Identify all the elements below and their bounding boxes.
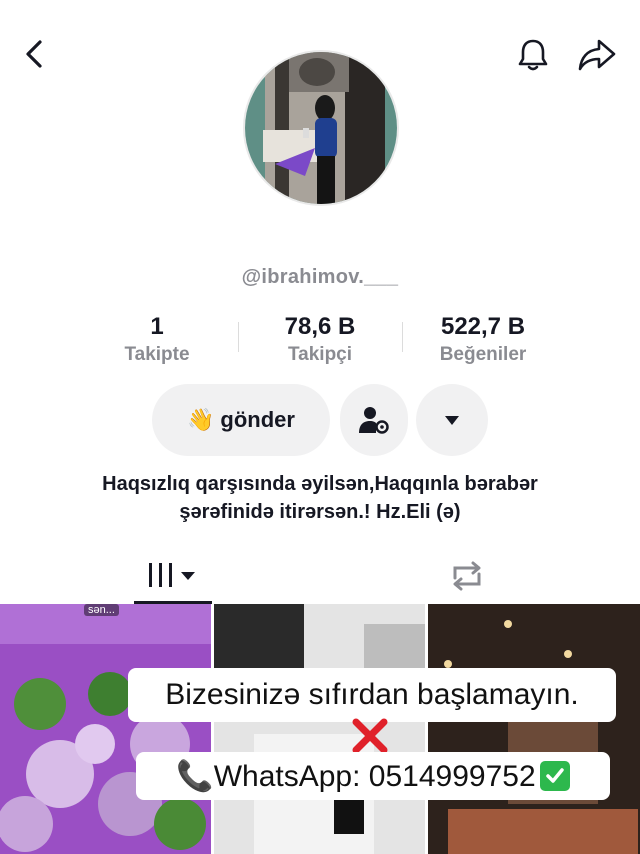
video-thumbnail[interactable] (214, 604, 425, 854)
lilac-flowers-image (0, 604, 211, 854)
followers-label: Takipçi (287, 344, 353, 365)
red-cross-icon (350, 716, 390, 756)
repost-icon (453, 561, 481, 591)
back-button[interactable] (16, 34, 52, 74)
videos-grid-icon (149, 562, 195, 587)
caret-down-icon (445, 416, 459, 425)
whatsapp-text: 📞WhatsApp: 0514999752 (176, 759, 536, 793)
tab-videos[interactable] (134, 548, 212, 604)
action-buttons: 👋 gönder (0, 384, 640, 456)
profile-bio: Haqsızlıq qarşısında əyilsən,Haqqınla bə… (30, 470, 610, 526)
back-chevron-icon (26, 40, 42, 68)
bell-icon (518, 39, 548, 71)
following-label: Takipte (124, 344, 190, 365)
send-message-button[interactable]: 👋 gönder (152, 384, 330, 456)
check-mark-icon (539, 761, 570, 791)
stat-followers[interactable]: 78,6 B Takipçi (245, 312, 395, 368)
bio-line: şərəfinidə itirərsən.! Hz.Eli (ə) (179, 501, 461, 523)
video-thumbnail[interactable] (428, 604, 640, 854)
username: @ibrahimov.___ (241, 266, 399, 288)
send-button-label: gönder (220, 407, 295, 432)
film-set-image (214, 604, 425, 854)
gym-image (428, 604, 640, 854)
overlay-banner-text: Bizesinizə sıfırdan başlamayın. (128, 668, 616, 722)
stat-divider (402, 322, 403, 352)
profile-avatar[interactable] (243, 50, 399, 206)
notifications-button[interactable] (512, 34, 554, 76)
bio-line: Haqsızlıq qarşısında əyilsən,Haqqınla bə… (102, 473, 538, 495)
stat-following[interactable]: 1 Takipte (82, 312, 232, 368)
stat-likes[interactable]: 522,7 B Beğeniler (408, 312, 558, 368)
stat-divider (238, 322, 239, 352)
friend-settings-button[interactable] (340, 384, 408, 456)
share-icon (578, 39, 616, 71)
video-grid: sən... (0, 604, 640, 854)
avatar-photo (245, 52, 397, 204)
followers-count: 78,6 B (284, 313, 356, 340)
likes-label: Beğeniler (439, 344, 527, 365)
whatsapp-banner: 📞WhatsApp: 0514999752 (136, 752, 610, 800)
stats-row: 1 Takipte 78,6 B Takipçi 522,7 B Beğenil… (0, 312, 640, 372)
likes-count: 522,7 B (440, 313, 526, 340)
wave-emoji-icon: 👋 (187, 407, 215, 432)
video-thumbnail[interactable]: sən... (0, 604, 211, 854)
share-button[interactable] (574, 34, 620, 76)
content-tabs (0, 548, 640, 604)
tab-reposts[interactable] (428, 548, 506, 604)
person-settings-icon (359, 407, 389, 434)
following-count: 1 (150, 313, 164, 340)
thumbnail-caption: sən... (84, 604, 119, 616)
more-dropdown-button[interactable] (416, 384, 488, 456)
